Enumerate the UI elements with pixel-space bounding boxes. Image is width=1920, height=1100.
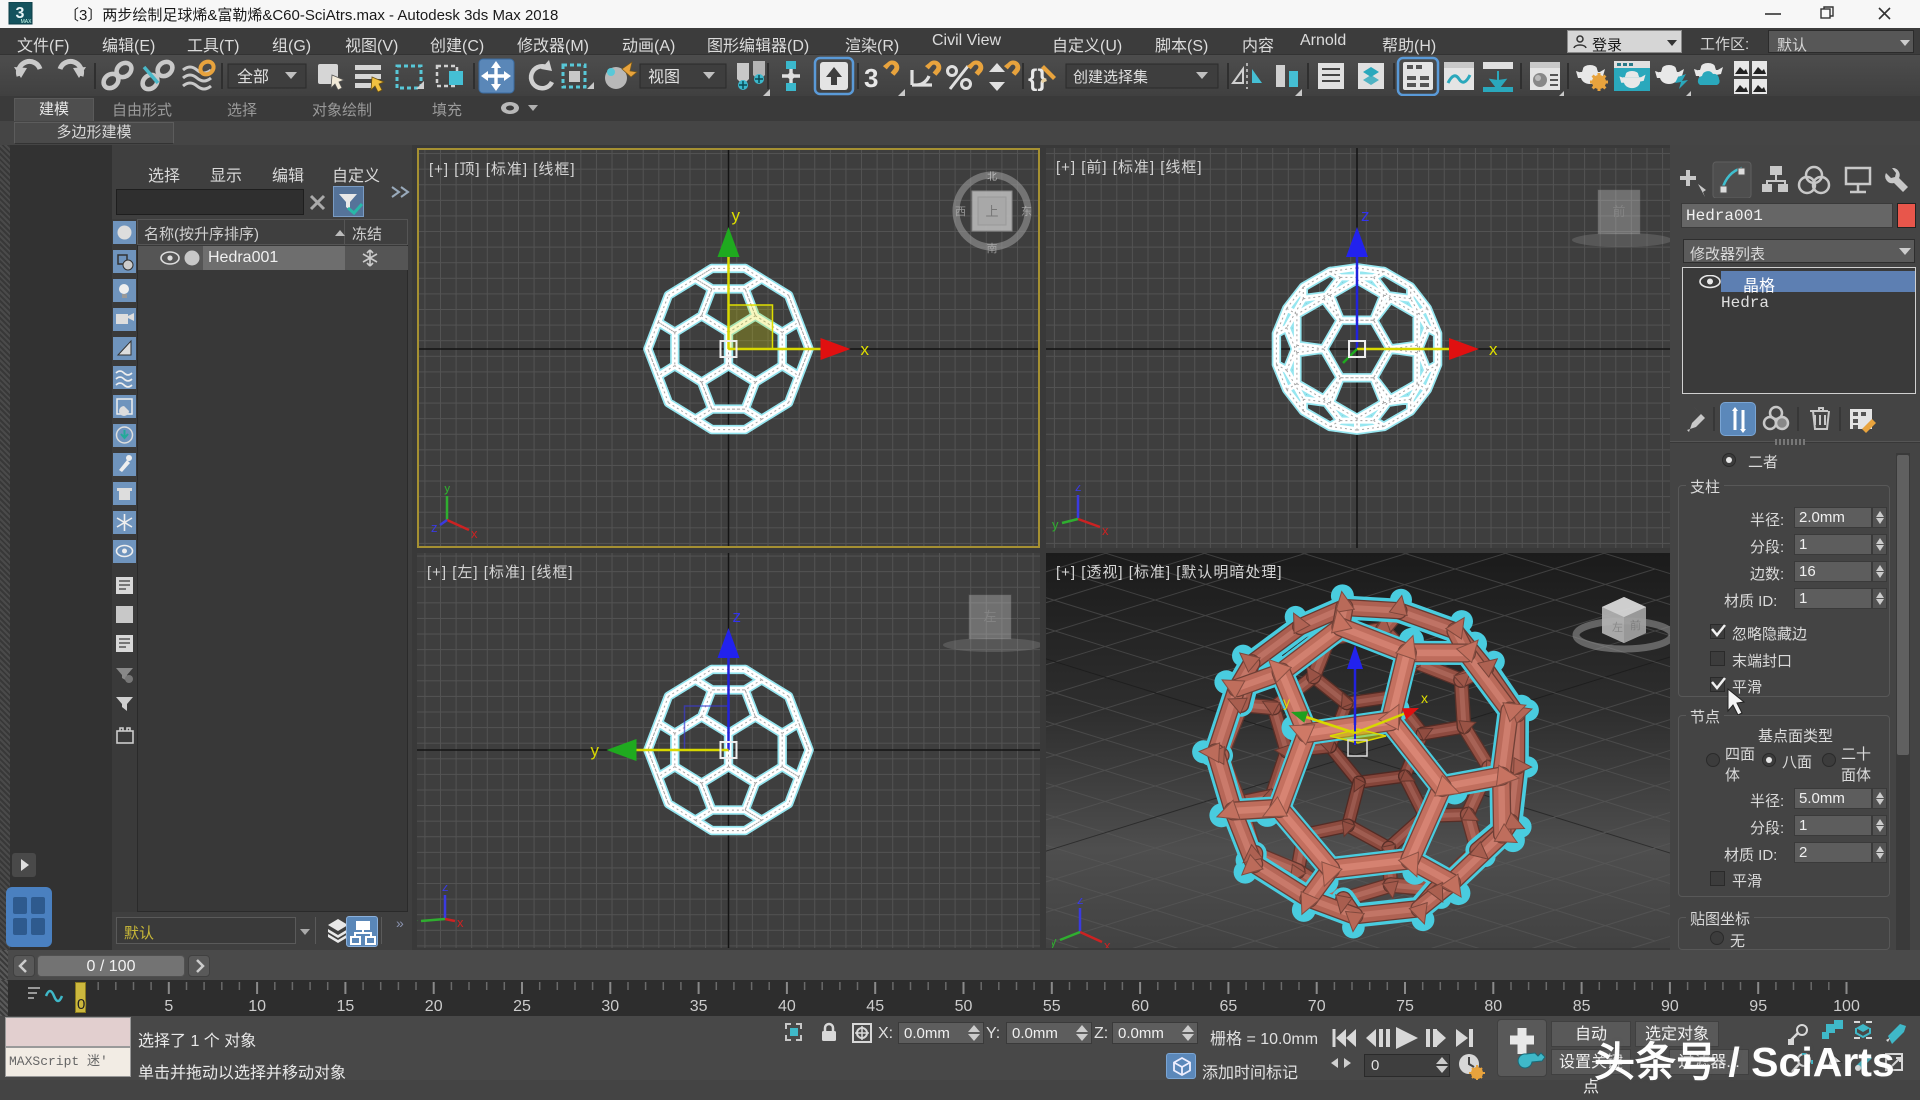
svg-text:50: 50 — [955, 998, 973, 1015]
svg-text:45: 45 — [866, 998, 884, 1015]
svg-text:z: z — [442, 885, 449, 894]
svg-text:15: 15 — [337, 998, 355, 1015]
svg-text:上: 上 — [985, 204, 998, 219]
svg-text:y: y — [417, 915, 418, 930]
svg-text:南: 南 — [987, 242, 998, 255]
svg-text:75: 75 — [1396, 998, 1414, 1015]
svg-text:x: x — [471, 526, 478, 541]
svg-text:y: y — [1283, 694, 1290, 710]
svg-text:左: 左 — [1612, 621, 1623, 634]
svg-text:y: y — [591, 741, 600, 760]
svg-text:30: 30 — [601, 998, 619, 1015]
svg-text:y: y — [1052, 934, 1057, 948]
svg-text:MAX: MAX — [21, 19, 33, 25]
svg-text:东: 东 — [1021, 205, 1032, 218]
svg-text:40: 40 — [778, 998, 796, 1015]
svg-text:z: z — [1361, 206, 1370, 225]
svg-text:55: 55 — [1043, 998, 1061, 1015]
svg-text:左: 左 — [983, 609, 996, 624]
svg-text:60: 60 — [1131, 998, 1149, 1015]
svg-text:95: 95 — [1749, 998, 1767, 1015]
svg-text:z: z — [733, 607, 742, 626]
svg-text:x: x — [1421, 690, 1428, 706]
svg-text:85: 85 — [1573, 998, 1591, 1015]
svg-text:北: 北 — [987, 171, 997, 183]
svg-text:x: x — [1104, 938, 1111, 948]
svg-text:3: 3 — [864, 63, 878, 93]
svg-text:x: x — [1489, 340, 1498, 359]
svg-text:65: 65 — [1220, 998, 1238, 1015]
svg-text:70: 70 — [1308, 998, 1326, 1015]
svg-text:创建选择集: 创建选择集 — [1073, 69, 1148, 86]
svg-text:全部: 全部 — [237, 68, 269, 86]
svg-text:10: 10 — [248, 998, 266, 1015]
svg-text:视图: 视图 — [648, 68, 680, 86]
svg-text:y: y — [444, 486, 451, 495]
svg-text:5: 5 — [164, 998, 173, 1015]
svg-text:z: z — [1077, 898, 1084, 907]
svg-text:西: 西 — [955, 206, 966, 218]
svg-text:前: 前 — [1612, 204, 1625, 219]
svg-text:x: x — [457, 915, 464, 930]
svg-text:y: y — [732, 206, 741, 225]
svg-text:前: 前 — [1630, 618, 1641, 632]
svg-text:80: 80 — [1484, 998, 1502, 1015]
svg-text:20: 20 — [425, 998, 443, 1015]
svg-text:y: y — [1052, 517, 1059, 532]
svg-text:x: x — [1102, 523, 1109, 538]
svg-text:x: x — [861, 340, 870, 359]
svg-text:z: z — [431, 520, 438, 535]
svg-text:90: 90 — [1661, 998, 1679, 1015]
svg-text:35: 35 — [690, 998, 708, 1015]
svg-text:100: 100 — [1833, 998, 1860, 1015]
svg-text:25: 25 — [513, 998, 531, 1015]
svg-text:z: z — [1075, 485, 1082, 494]
